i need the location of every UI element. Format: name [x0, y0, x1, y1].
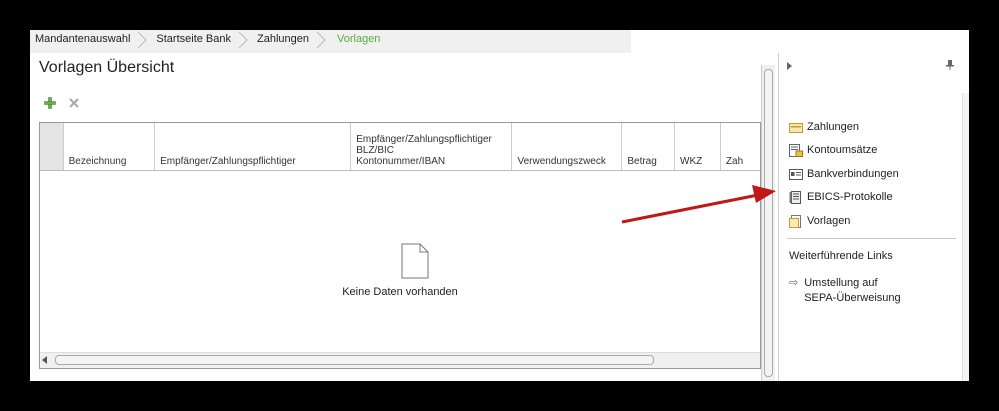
- side-nav-zahlungen[interactable]: Zahlungen: [789, 118, 859, 136]
- side-panel-header: [779, 53, 969, 75]
- add-template-button[interactable]: [43, 96, 57, 110]
- screenshot-window: Mandantenauswahl Startseite Bank Zahlung…: [30, 30, 969, 381]
- side-nav-label: Kontoumsätze: [807, 144, 878, 156]
- column-header-wkz[interactable]: WKZ: [675, 123, 721, 170]
- empty-state-text: Keine Daten vorhanden: [342, 286, 458, 298]
- column-header-verwendungszweck[interactable]: Verwendungszweck: [512, 123, 623, 170]
- breadcrumb-item-startseite-bank[interactable]: Startseite Bank: [152, 30, 253, 53]
- bankverbindungen-icon: [789, 168, 803, 180]
- side-nav-label: Vorlagen: [807, 215, 851, 227]
- side-nav-label: Zahlungen: [807, 121, 859, 133]
- vertical-scrollbar[interactable]: [761, 65, 775, 381]
- top-right-blank: [631, 30, 969, 53]
- side-nav-kontoumsaetze[interactable]: Kontoumsätze: [789, 141, 877, 159]
- horizontal-scrollbar[interactable]: [40, 352, 760, 368]
- vorlagen-icon: [789, 214, 801, 228]
- chevron-right-icon: [316, 31, 326, 49]
- page-title: Vorlagen Übersicht: [39, 59, 175, 76]
- plus-icon: [44, 97, 56, 109]
- column-header-empfaenger[interactable]: Empfänger/Zahlungspflichtiger: [155, 123, 352, 170]
- breadcrumb-item-vorlagen[interactable]: Vorlagen: [331, 30, 402, 53]
- column-header-bezeichnung[interactable]: Bezeichnung: [64, 123, 156, 170]
- zahlungen-icon: [789, 122, 803, 133]
- breadcrumb-item-mandantenauswahl[interactable]: Mandantenauswahl: [30, 30, 152, 53]
- sepa-migration-link[interactable]: ⇨ Umstellung auf SEPA-Überweisung: [789, 276, 901, 306]
- side-panel-divider: [787, 238, 956, 239]
- column-header-empfaenger-bank[interactable]: Empfänger/Zahlungspflichtiger BLZ/BIC Ko…: [351, 123, 513, 170]
- column-header-select[interactable]: [40, 123, 64, 170]
- breadcrumb-item-zahlungen[interactable]: Zahlungen: [253, 30, 331, 53]
- right-side-panel: Zahlungen Kontoumsätze Bankverbindungen: [778, 53, 969, 381]
- side-nav-label: Bankverbindungen: [807, 168, 899, 180]
- empty-document-icon: [401, 243, 429, 279]
- chevron-right-icon: [138, 31, 148, 49]
- breadcrumb-label: Zahlungen: [257, 33, 309, 45]
- related-links-title: Weiterführende Links: [789, 250, 893, 262]
- chevron-right-icon: [238, 31, 248, 49]
- arrow-right-icon: ⇨: [789, 277, 799, 289]
- column-header-betrag[interactable]: Betrag: [622, 123, 676, 170]
- ebics-protokolle-icon: [789, 190, 801, 204]
- side-nav-bankverbindungen[interactable]: Bankverbindungen: [789, 165, 899, 183]
- breadcrumb: Mandantenauswahl Startseite Bank Zahlung…: [30, 30, 631, 53]
- horizontal-scroll-thumb[interactable]: [55, 355, 654, 365]
- column-header-zah[interactable]: Zah: [721, 123, 760, 170]
- templates-grid: Bezeichnung Empfänger/Zahlungspflichtige…: [39, 122, 761, 369]
- toolbar: [43, 96, 81, 110]
- breadcrumb-label: Vorlagen: [337, 33, 381, 45]
- side-nav-label: EBICS-Protokolle: [807, 191, 893, 203]
- x-icon: [69, 98, 79, 108]
- breadcrumb-label: Startseite Bank: [156, 33, 231, 45]
- pin-icon[interactable]: [946, 60, 954, 70]
- breadcrumb-label: Mandantenauswahl: [35, 33, 131, 45]
- side-nav-vorlagen[interactable]: Vorlagen: [789, 212, 850, 230]
- side-panel-scroll-track: [962, 93, 969, 381]
- vertical-scroll-thumb[interactable]: [764, 69, 773, 377]
- kontoumsaetze-icon: [789, 143, 803, 157]
- scroll-left-icon[interactable]: [42, 356, 47, 364]
- delete-template-button[interactable]: [67, 96, 81, 110]
- side-nav-ebics-protokolle[interactable]: EBICS-Protokolle: [789, 188, 893, 206]
- collapse-panel-icon[interactable]: [787, 62, 792, 70]
- sepa-migration-link-label: Umstellung auf SEPA-Überweisung: [804, 277, 901, 304]
- grid-body: Keine Daten vorhanden: [40, 171, 760, 353]
- grid-header: Bezeichnung Empfänger/Zahlungspflichtige…: [40, 123, 760, 171]
